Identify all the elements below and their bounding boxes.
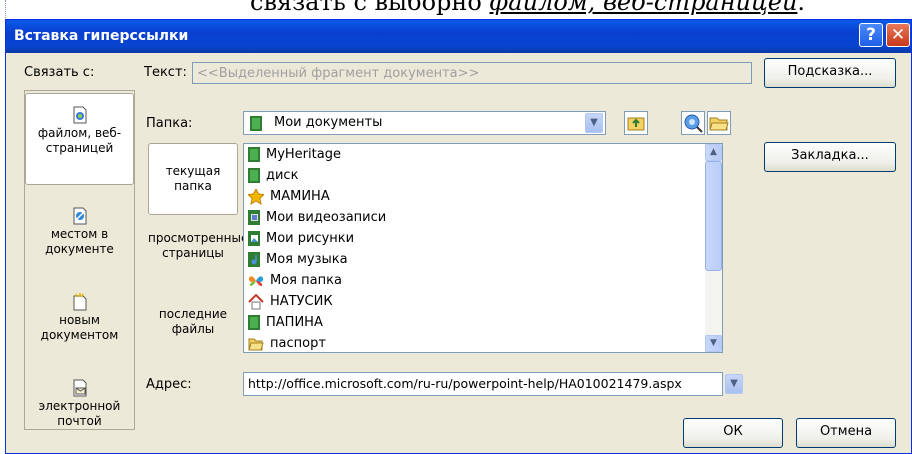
ok-button[interactable]: ОК xyxy=(683,418,783,448)
browse-web-button[interactable] xyxy=(681,111,705,135)
folder-green-icon xyxy=(248,147,260,162)
scroll-down-button[interactable]: ▼ xyxy=(705,335,722,352)
folder-green-icon xyxy=(250,116,262,131)
address-input[interactable]: http://office.microsoft.com/ru-ru/powerp… xyxy=(243,372,723,396)
list-item[interactable]: Моя папка xyxy=(248,270,342,292)
star-folder-icon xyxy=(246,187,266,205)
document-text-suffix: . xyxy=(797,0,806,16)
view-tabs: текущая папка просмотренные страницы пос… xyxy=(145,141,248,349)
hint-button[interactable]: Подсказка... xyxy=(764,58,896,88)
list-item[interactable]: MyHeritage xyxy=(248,144,341,166)
email-icon xyxy=(73,379,86,397)
butterfly-folder-icon xyxy=(248,275,264,286)
text-label: Текст: xyxy=(144,65,187,80)
list-item[interactable]: диск xyxy=(248,165,298,187)
text-display-field[interactable]: <<Выделенный фрагмент документа>> xyxy=(192,62,752,84)
file-name: паспорт xyxy=(270,336,326,351)
list-item[interactable]: Мои рисунки xyxy=(248,228,354,250)
file-name: Моя музыка xyxy=(266,252,348,267)
file-name: Мои видеозаписи xyxy=(266,210,387,225)
folder-label: Папка: xyxy=(146,116,193,131)
list-item[interactable]: паспорт xyxy=(248,333,326,352)
music-folder-icon xyxy=(248,252,260,267)
file-list[interactable]: MyHeritage диск МАМИНА Мои видеозаписи М… xyxy=(243,143,723,353)
file-web-icon xyxy=(73,106,86,124)
link-item-label: электронной почтой xyxy=(38,399,121,428)
folder-select[interactable]: Мои документы ▼ xyxy=(243,111,606,135)
file-name: MyHeritage xyxy=(266,147,341,162)
list-item[interactable]: Мои видеозаписи xyxy=(248,207,386,229)
scroll-thumb[interactable] xyxy=(705,161,722,271)
document-background-text: связать с выборно файлом, веб-страницей. xyxy=(250,0,805,16)
link-item-label: файлом, веб-страницей xyxy=(37,126,122,155)
link-file-web-page[interactable]: файлом, веб-страницей xyxy=(25,93,134,185)
list-item[interactable]: ПАПИНА xyxy=(248,312,323,334)
link-email[interactable]: электронной почтой xyxy=(25,371,134,439)
tab-current-folder[interactable]: текущая папка xyxy=(148,143,238,215)
folder-value: Мои документы xyxy=(274,115,383,130)
globe-search-icon xyxy=(681,111,705,135)
insert-hyperlink-dialog: Вставка гиперссылки ? ✕ Связать с: Текст… xyxy=(5,19,912,454)
bookmark-button[interactable]: Закладка... xyxy=(764,142,896,172)
file-list-scrollbar[interactable]: ▲ ▼ xyxy=(705,144,722,352)
folder-green-icon xyxy=(248,168,260,183)
link-place-in-document[interactable]: местом в документе xyxy=(25,199,134,277)
folder-dropdown-arrow[interactable]: ▼ xyxy=(585,113,603,133)
address-label: Адрес: xyxy=(146,377,192,392)
house-folder-icon xyxy=(248,293,264,309)
pictures-folder-icon xyxy=(248,231,260,246)
document-text-link: файлом, веб-страницей xyxy=(489,0,798,16)
file-name: МАМИНА xyxy=(270,189,330,204)
title-bar[interactable]: Вставка гиперссылки ? ✕ xyxy=(6,20,911,53)
dialog-title: Вставка гиперссылки xyxy=(14,28,189,44)
link-with-panel: файлом, веб-страницей местом в документе… xyxy=(24,90,135,430)
scroll-up-button[interactable]: ▲ xyxy=(705,144,722,161)
file-name: ПАПИНА xyxy=(266,315,323,330)
place-in-document-icon xyxy=(73,207,86,225)
new-document-icon xyxy=(73,293,86,311)
up-one-level-button[interactable] xyxy=(624,111,648,135)
file-name: Моя папка xyxy=(270,273,342,288)
link-with-label: Связать с: xyxy=(24,65,95,80)
file-name: НАТУСИК xyxy=(270,294,333,309)
list-item[interactable]: Моя музыка xyxy=(248,249,348,271)
document-text-prefix: связать с выборно xyxy=(250,0,482,16)
file-name: диск xyxy=(266,168,299,183)
folder-open-icon xyxy=(248,338,264,350)
list-item[interactable]: НАТУСИК xyxy=(248,291,333,313)
close-button[interactable]: ✕ xyxy=(886,23,910,47)
file-name: Мои рисунки xyxy=(266,231,355,246)
address-dropdown-arrow[interactable]: ▼ xyxy=(725,374,743,394)
link-new-document[interactable]: новым документом xyxy=(25,285,134,363)
link-item-label: новым документом xyxy=(40,313,119,342)
video-folder-icon xyxy=(248,210,260,225)
list-item[interactable]: МАМИНА xyxy=(246,186,330,208)
cancel-button[interactable]: Отмена xyxy=(796,418,896,448)
tab-browsed-pages[interactable]: просмотренные страницы xyxy=(148,227,248,291)
folder-green-icon xyxy=(248,315,260,330)
link-item-label: местом в документе xyxy=(45,227,114,256)
browse-file-button[interactable] xyxy=(707,111,731,135)
tab-recent-files[interactable]: последние файлы xyxy=(148,299,238,357)
help-button[interactable]: ? xyxy=(859,23,883,47)
folder-open-icon xyxy=(707,111,731,135)
folder-up-icon xyxy=(624,111,648,135)
